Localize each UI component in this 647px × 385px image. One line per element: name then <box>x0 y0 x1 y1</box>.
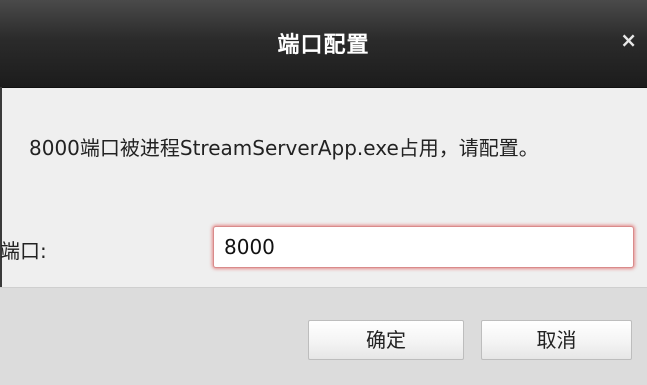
dialog-title: 端口配置 <box>277 33 370 58</box>
port-input[interactable] <box>213 226 634 268</box>
port-config-dialog: 端口配置 × 8000端口被进程StreamServerApp.exe占用，请配… <box>0 0 647 385</box>
cancel-button[interactable]: 取消 <box>481 320 632 360</box>
port-conflict-message: 8000端口被进程StreamServerApp.exe占用，请配置。 <box>29 136 539 160</box>
ok-button[interactable]: 确定 <box>308 320 464 360</box>
port-label: 端口: <box>0 239 47 263</box>
close-icon[interactable]: × <box>620 30 637 50</box>
dialog-titlebar: 端口配置 × <box>0 0 647 88</box>
